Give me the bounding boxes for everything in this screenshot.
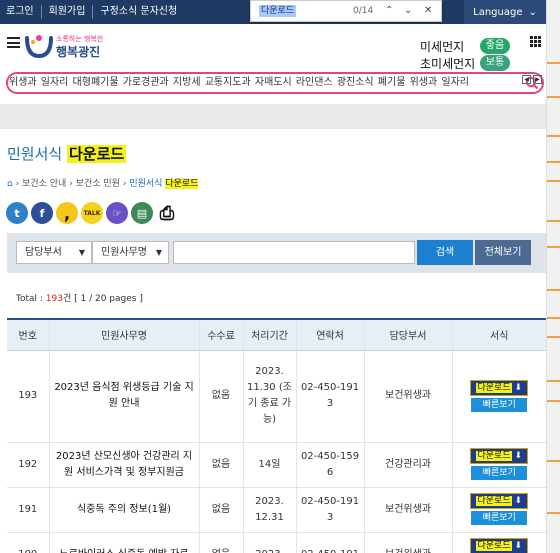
ultrafine-dust-status-badge: 보통 [480,55,510,71]
column-header: 담당부서 [364,318,453,351]
chevron-down-icon: ⌄ [528,6,537,18]
form-list-table: 번호 민원사무명 수수료 처리기간 연락처 담당부서 서식 193 2023년 … [7,318,546,553]
keyword-prev-icon[interactable]: ◀ [522,75,531,84]
utility-links: 로그인 회원가입 구정소식 문자신청 [6,5,184,19]
form-title-link[interactable]: 노로바이러스 식중독 예방 자료 [49,532,200,553]
table-row: 192 2023년 산모신생아 건강관리 지원 서비스가격 및 정부지원금 없음… [7,442,546,488]
form-name-select[interactable]: 민원사무명 ▼ [92,241,169,264]
page-title: 민원서식 다운로드 [7,143,127,164]
facebook-icon[interactable]: f [31,202,53,224]
find-close-icon[interactable]: ✕ [424,5,432,16]
table-row: 191 식중독 주의 정보(1월) 없음 2023. 12.31 02-450-… [7,487,546,533]
breadcrumb: ⌂ › 보건소 안내 › 보건소 민원 › 민원서식 다운로드 [7,179,199,189]
form-search-input[interactable] [173,241,415,264]
twitter-icon[interactable]: t [6,202,28,224]
find-query-input[interactable]: 다운로드 [259,5,297,17]
column-header: 연락처 [296,318,365,351]
find-previous-icon[interactable]: ⌃ [385,5,393,16]
page-title-highlight: 다운로드 [66,145,127,163]
download-button[interactable]: 다운로드 ⬇ [470,538,529,553]
logo-name: 행복광진 [56,45,101,59]
table-row: 190 노로바이러스 식중독 예방 자료 없음 2023. 02-450-191… [7,532,546,553]
find-match-count: 0/14 [353,6,374,16]
page-title-prefix: 민원서식 [7,145,63,163]
download-button[interactable]: 다운로드 ⬇ [470,448,529,464]
breadcrumb-item[interactable]: 보건소 안내 [22,179,66,189]
column-header: 번호 [7,318,50,351]
print-icon[interactable]: ⎙ [156,202,178,224]
signup-link[interactable]: 회원가입 [42,5,94,19]
site-logo[interactable]: 소통하는 행복한 행복광진 [24,28,108,64]
column-header: 서식 [452,318,546,351]
department-select[interactable]: 담당부서 ▼ [16,241,92,264]
form-title-link[interactable]: 2023년 산모신생아 건강관리 지원 서비스가격 및 정부지원금 [49,442,200,488]
keyword-next-icon[interactable]: ▶ [533,75,542,84]
total-count: Total : 193건 [ 1 / 20 pages ] [16,294,143,304]
view-all-button[interactable]: 전체보기 [475,240,531,265]
login-link[interactable]: 로그인 [6,5,42,19]
document-icon[interactable]: ▤ [131,202,153,224]
page-scrollbar[interactable] [546,0,560,553]
find-next-icon[interactable]: ⌄ [404,5,412,16]
table-header-row: 번호 민원사무명 수수료 처리기간 연락처 담당부서 서식 [7,318,546,351]
download-button[interactable]: 다운로드 ⬇ [470,493,529,509]
table-row: 193 2023년 음식점 위생등급 기술 지원 안내 없음 2023. 11.… [7,350,546,443]
form-title-link[interactable]: 2023년 음식점 위생등급 기술 지원 안내 [49,350,200,443]
search-button[interactable]: 검색 [417,240,473,265]
breadcrumb-current[interactable]: 민원서식 다운로드 [129,179,199,189]
chevron-down-icon: ▼ [155,248,162,257]
download-button[interactable]: 다운로드 ⬇ [470,379,529,396]
fine-dust-status-badge: 좋음 [480,38,510,54]
sms-news-link[interactable]: 구정소식 문자신청 [93,5,184,19]
find-in-page-bar: 다운로드 0/14 ⌃ ⌄ ✕ [250,0,442,22]
form-title-link[interactable]: 식중독 주의 정보(1월) [49,487,200,533]
column-header: 처리기간 [243,318,297,351]
language-button[interactable]: Language ⌄ [464,0,546,24]
kakaostory-icon[interactable]: , [56,202,78,224]
menu-icon[interactable] [7,37,20,48]
chevron-down-icon: ▼ [78,248,85,257]
sitemap-grid-icon[interactable] [530,36,541,47]
quick-view-button[interactable]: 빠른보기 [471,511,528,525]
form-search-panel: 담당부서 ▼ 민원사무명 ▼ 검색 전체보기 [7,233,546,273]
quick-view-button[interactable]: 빠른보기 [471,466,528,480]
share-toolbar: t f , TALK ☞ ▤ ⎙ [6,202,178,224]
quick-view-button[interactable]: 빠른보기 [471,397,528,412]
band-icon[interactable]: ☞ [106,202,128,224]
logo-mark-icon [25,35,53,59]
language-label: Language [473,6,523,18]
breadcrumb-item[interactable]: 보건소 민원 [76,179,120,189]
fine-dust-label: 미세먼지 [420,40,465,54]
popular-keywords[interactable]: 위생과 일자리 대형폐기물 가로경관과 지방세 교통지도과 자매도시 라인댄스 … [9,73,469,88]
kakaotalk-icon[interactable]: TALK [81,202,103,224]
home-icon[interactable]: ⌂ [7,179,13,189]
keyword-pager: ◀ ▶ [522,75,542,84]
ultrafine-dust-label: 초미세먼지 [420,57,476,71]
column-header: 수수료 [199,318,244,351]
column-header: 민원사무명 [49,318,200,351]
keyword-band [0,104,546,129]
